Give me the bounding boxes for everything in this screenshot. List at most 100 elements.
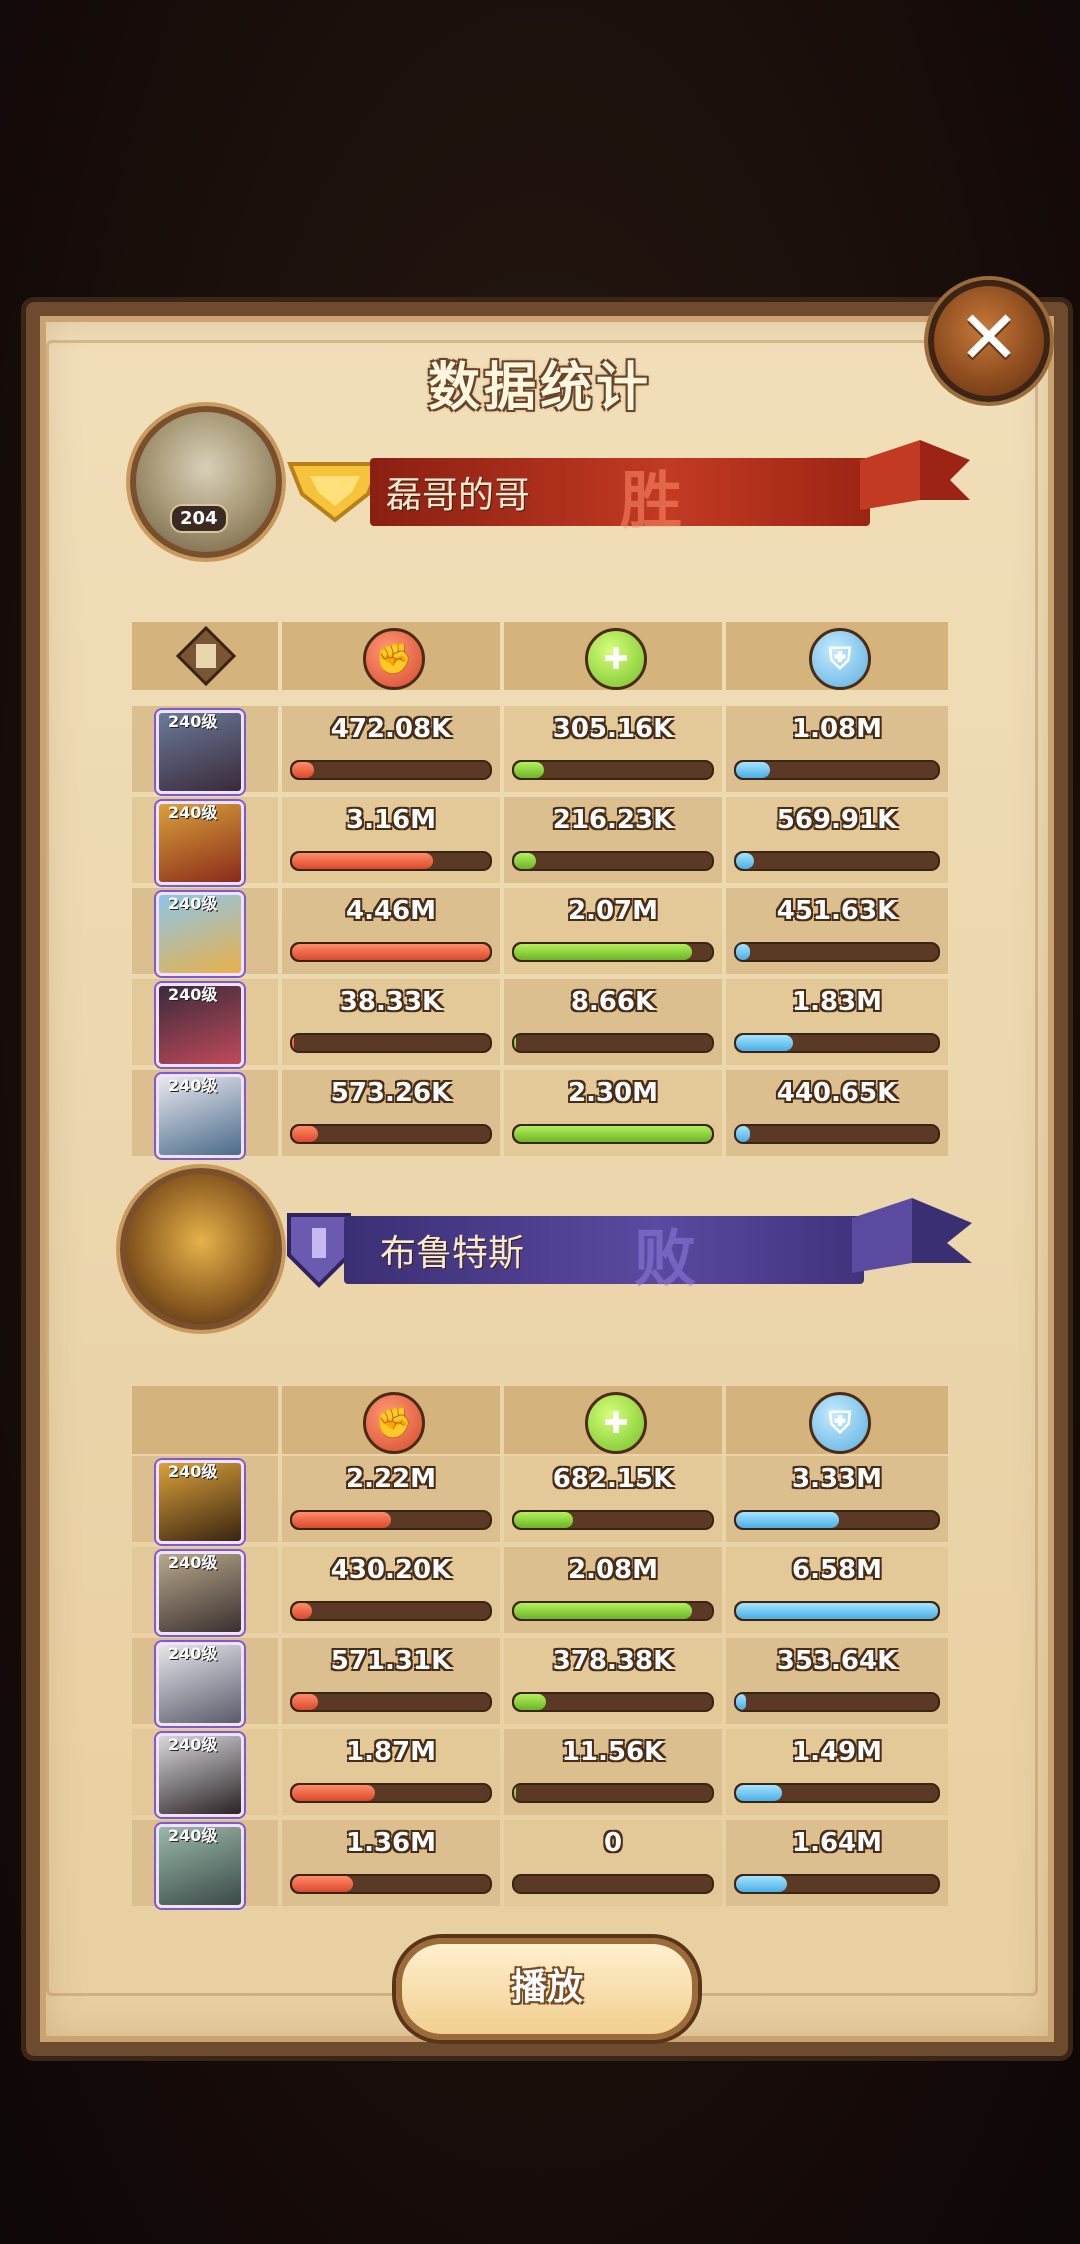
bar-fill: [736, 1603, 938, 1619]
heal-icon: ✚: [585, 1392, 647, 1454]
tanked-value: 1.08M: [791, 714, 883, 744]
bar-fill: [514, 1126, 712, 1142]
tanked-bar: [734, 1692, 940, 1712]
hero-level: 240级: [168, 712, 218, 731]
healing-cell: 305.16K: [504, 706, 722, 792]
damage-cell: 571.31K: [282, 1638, 500, 1724]
damage-value: 4.46M: [345, 896, 437, 926]
healing-value: 11.56K: [561, 1737, 665, 1767]
table-row[interactable]: 240级 4.46M 2.07M 451.63K: [132, 888, 948, 976]
healing-value: 378.38K: [552, 1646, 674, 1676]
table-row[interactable]: 240级 3.16M 216.23K 569.91K: [132, 797, 948, 885]
healing-bar: [512, 1124, 714, 1144]
bar-fill: [514, 1603, 693, 1619]
healing-value: 2.30M: [567, 1078, 659, 1108]
damage-value: 1.36M: [345, 1828, 437, 1858]
damage-bar: [290, 1692, 492, 1712]
table-header-row: ✊ ✚ ⛨: [132, 1386, 948, 1454]
hero-cell: 240级: [132, 797, 278, 885]
hero-level: 240级: [168, 1735, 218, 1754]
tanked-cell: 451.63K: [726, 888, 948, 974]
tanked-value: 440.65K: [776, 1078, 898, 1108]
team-banner-winner: 磊哥的哥 胜: [370, 458, 870, 537]
hero-cell: 240级: [132, 1820, 278, 1908]
damage-bar: [290, 1510, 492, 1530]
shield-icon: ⛨: [809, 1392, 871, 1454]
banner-ribbon-icon: [852, 1188, 972, 1288]
play-button[interactable]: 播放: [396, 1938, 698, 2040]
hero-cell: 240级: [132, 1547, 278, 1635]
table-row[interactable]: 240级 573.26K 2.30M 440.65K: [132, 1070, 948, 1158]
team-name: 磊哥的哥: [386, 475, 531, 516]
header-cell-hero: [132, 622, 278, 690]
healing-cell: 11.56K: [504, 1729, 722, 1815]
fist-icon: ✊: [363, 628, 425, 690]
healing-cell: 2.08M: [504, 1547, 722, 1633]
bar-fill: [736, 762, 771, 778]
table-row[interactable]: 240级 430.20K 2.08M 6.58M: [132, 1547, 948, 1635]
header-cell-hero: [132, 1386, 278, 1454]
healing-value: 2.07M: [567, 896, 659, 926]
heal-icon: ✚: [585, 628, 647, 690]
tanked-value: 569.91K: [776, 805, 898, 835]
tanked-bar: [734, 851, 940, 871]
damage-bar: [290, 942, 492, 962]
hero-level: 240级: [168, 1462, 218, 1481]
tanked-value: 1.49M: [791, 1737, 883, 1767]
bar-fill: [514, 1035, 516, 1051]
fist-icon: ✊: [363, 1392, 425, 1454]
healing-cell: 8.66K: [504, 979, 722, 1065]
hero-level: 240级: [168, 1553, 218, 1572]
tanked-value: 451.63K: [776, 896, 898, 926]
bar-fill: [292, 1126, 318, 1142]
table-row[interactable]: 240级 1.87M 11.56K 1.49M: [132, 1729, 948, 1817]
team-header-winner: 204 磊哥的哥 胜: [120, 400, 970, 558]
healing-bar: [512, 1510, 714, 1530]
damage-cell: 2.22M: [282, 1456, 500, 1542]
bar-fill: [292, 1512, 391, 1528]
healing-value: 0: [603, 1828, 623, 1858]
damage-cell: 1.36M: [282, 1820, 500, 1906]
tanked-cell: 1.83M: [726, 979, 948, 1065]
healing-value: 305.16K: [552, 714, 674, 744]
damage-value: 573.26K: [330, 1078, 452, 1108]
table-row[interactable]: 240级 38.33K 8.66K 1.83M: [132, 979, 948, 1067]
bar-fill: [292, 1876, 354, 1892]
damage-cell: 4.46M: [282, 888, 500, 974]
player-avatar[interactable]: [130, 406, 282, 558]
bar-fill: [736, 1126, 751, 1142]
table-row[interactable]: 240级 2.22M 682.15K 3.33M: [132, 1456, 948, 1544]
bar-fill: [514, 944, 693, 960]
tanked-value: 3.33M: [791, 1464, 883, 1494]
bar-fill: [292, 944, 490, 960]
bar-fill: [514, 853, 536, 869]
hero-level: 240级: [168, 894, 218, 913]
damage-bar: [290, 1124, 492, 1144]
hero-cell: 240级: [132, 1638, 278, 1726]
damage-value: 2.22M: [345, 1464, 437, 1494]
hero-cell: 240级: [132, 1070, 278, 1158]
damage-value: 430.20K: [330, 1555, 452, 1585]
hero-cell: 240级: [132, 979, 278, 1067]
header-cell-tanked: ⛨: [726, 1386, 948, 1454]
healing-value: 8.66K: [570, 987, 656, 1017]
healing-bar: [512, 1783, 714, 1803]
header-cell-tanked: ⛨: [726, 622, 948, 690]
team-name: 布鲁特斯: [380, 1233, 525, 1274]
tanked-cell: 6.58M: [726, 1547, 948, 1633]
team-stats-table-loser: ✊ ✚ ⛨ 240级 2.22M 682.15K 3.33M 240级 430.…: [132, 1386, 948, 1908]
healing-value: 216.23K: [552, 805, 674, 835]
hero-level: 240级: [168, 1076, 218, 1095]
healing-bar: [512, 1692, 714, 1712]
table-row[interactable]: 240级 571.31K 378.38K 353.64K: [132, 1638, 948, 1726]
team-stats-table-winner: ✊ ✚ ⛨ 240级 472.08K 305.16K 1.08M 240级 3.…: [132, 622, 948, 1162]
table-row[interactable]: 240级 1.36M 0 1.64M: [132, 1820, 948, 1908]
tanked-cell: 353.64K: [726, 1638, 948, 1724]
shield-icon: ⛨: [809, 628, 871, 690]
table-row[interactable]: 240级 472.08K 305.16K 1.08M: [132, 706, 948, 794]
bar-fill: [736, 944, 751, 960]
bar-fill: [736, 1694, 747, 1710]
close-button[interactable]: ✕: [928, 280, 1050, 402]
opponent-avatar[interactable]: [120, 1168, 282, 1330]
damage-cell: 1.87M: [282, 1729, 500, 1815]
